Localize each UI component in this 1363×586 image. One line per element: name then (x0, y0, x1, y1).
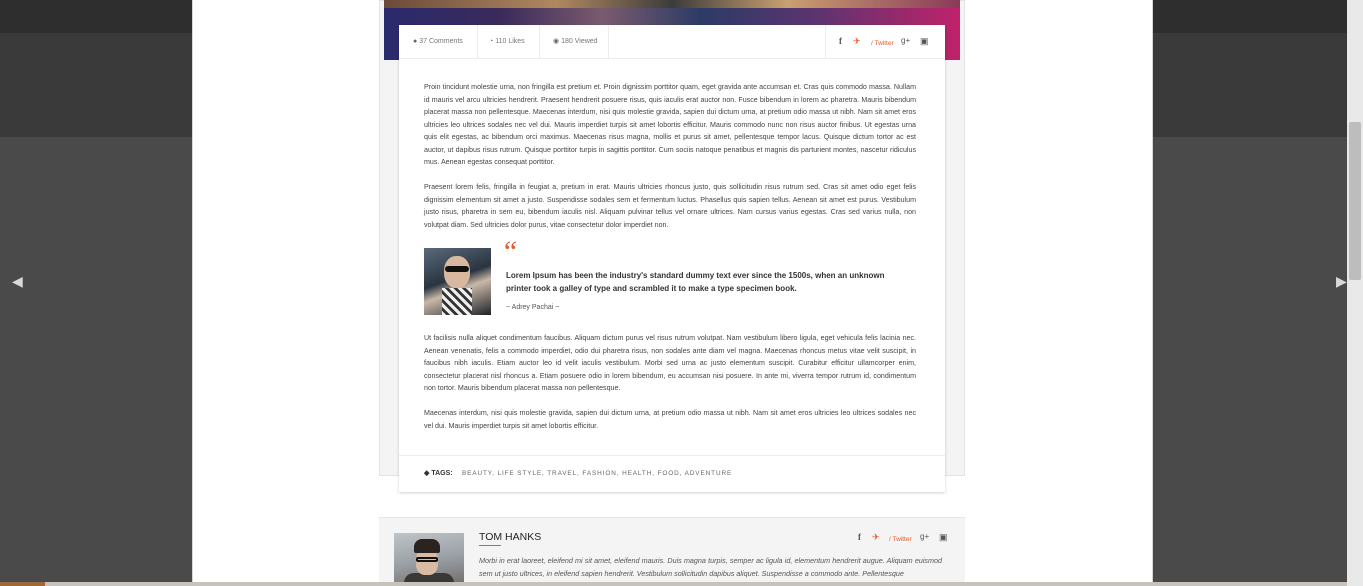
quote-author: ~ Adrey Pachai ~ (506, 304, 560, 311)
tags-label: ◆ TAGS: (424, 470, 453, 477)
next-arrow-icon[interactable]: ▶ (1336, 274, 1347, 288)
post-card: ● 37 Comments ◔ 110 Likes ◉ 180 Viewed f ✈ … (399, 25, 945, 492)
author-avatar (394, 533, 464, 586)
post-meta-bar: ● 37 Comments ◔ 110 Likes ◉ 180 Viewed f ✈ … (399, 25, 945, 59)
google-plus-icon[interactable]: g+ (920, 532, 929, 542)
twitter-icon[interactable]: ✈ (853, 36, 861, 46)
twitter-label[interactable]: / Twitter (889, 535, 912, 545)
meta-divider (608, 25, 609, 59)
author-name[interactable]: TOM HANKS (479, 531, 541, 543)
scrollbar-thumb[interactable] (1349, 122, 1361, 280)
post-paragraph: Ut facilisis nulla aliquet condimentum f… (424, 334, 916, 392)
post-paragraph: Praesent lorem felis, fringilla in feugi… (424, 183, 916, 229)
twitter-icon[interactable]: ✈ (872, 532, 880, 542)
views-count: ◉ 180 Viewed (553, 38, 598, 45)
youtube-icon[interactable]: ▣ (939, 532, 948, 542)
tags-divider (399, 455, 945, 456)
likes-count[interactable]: ◔ 110 Likes (489, 38, 525, 46)
thumbs-up-icon: ◔ (489, 38, 494, 45)
post-paragraph: Proin tincidunt molestie urna, non fring… (424, 83, 916, 166)
quote-text: Lorem Ipsum has been the industry's stan… (506, 271, 885, 293)
post-hero-image-top (384, 0, 960, 8)
youtube-icon[interactable]: ▣ (920, 36, 929, 46)
author-name-underline (479, 545, 501, 546)
google-plus-icon[interactable]: g+ (901, 36, 910, 46)
quote-mark-icon: “ (501, 235, 518, 268)
tags-list[interactable]: BEAUTY, LIFE STYLE, TRAVEL, FASHION, HEA… (462, 470, 732, 477)
meta-divider (477, 25, 478, 59)
scrollbar-track[interactable] (1347, 0, 1363, 586)
facebook-icon[interactable]: f (839, 36, 842, 46)
twitter-label[interactable]: / Twitter (871, 39, 894, 49)
facebook-icon[interactable]: f (858, 532, 861, 542)
author-bio: Morbi in erat laoreet, eleifend mi sit a… (479, 556, 942, 578)
post-paragraph: Maecenas interdum, nisi quis molestie gr… (424, 409, 916, 430)
eye-icon: ◉ (553, 38, 560, 45)
quote-author-photo (424, 248, 491, 315)
author-box: TOM HANKS Morbi in erat laoreet, eleifen… (379, 517, 965, 586)
meta-divider (539, 25, 540, 59)
meta-divider (825, 25, 826, 59)
comment-icon: ● (413, 38, 418, 45)
bottom-progress-line (0, 582, 1347, 586)
comments-count[interactable]: ● 37 Comments (413, 38, 463, 46)
previous-arrow-icon[interactable]: ◀ (12, 274, 23, 288)
